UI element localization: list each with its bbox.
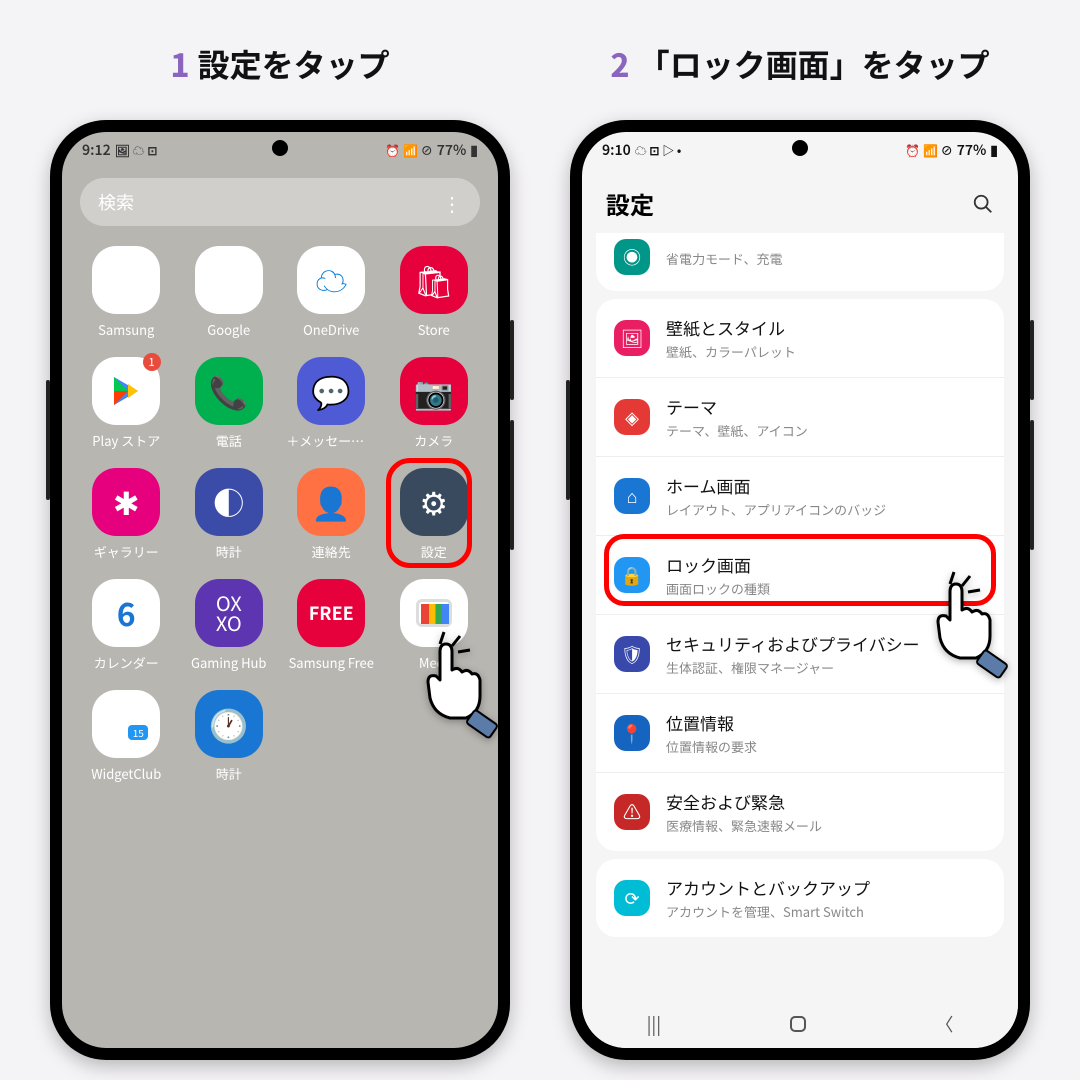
battery-icon: ◉ (614, 239, 650, 275)
lock-icon: 🔒 (614, 557, 650, 593)
search-bar[interactable]: 検索 ⋮ (80, 178, 480, 226)
app-gallery[interactable]: ✱ ギャラリー (80, 468, 173, 561)
notification-badge: 1 (143, 353, 161, 371)
tap-hand-icon (410, 630, 530, 765)
wallpaper-icon: 🖼 (614, 320, 650, 356)
app-clock-2[interactable]: 🕐 時計 (183, 690, 276, 783)
home-icon: ⌂ (614, 478, 650, 514)
app-settings[interactable]: ⚙ 設定 (388, 468, 481, 561)
app-plus-message[interactable]: 💬 ＋メッセージ(... (285, 357, 378, 450)
app-samsung-free[interactable]: FREE Samsung Free (285, 579, 378, 672)
app-play-store[interactable]: 1 Play ストア (80, 357, 173, 450)
app-calendar[interactable]: 6 カレンダー (80, 579, 173, 672)
phone-frame-1: 9:12🖼 ☁ ⊡ ⏰ 📶 ⊘77%▮ 検索 ⋮ Samsung Googl (50, 120, 510, 1060)
tap-hand-icon (920, 570, 1040, 705)
search-placeholder: 検索 (98, 189, 134, 215)
app-samsung-folder[interactable]: Samsung (80, 246, 173, 339)
settings-item-wallpaper[interactable]: 🖼 壁紙とスタイル壁紙、カラーパレット (596, 299, 1004, 378)
step-2-heading: 2「ロック画面」をタップ (560, 20, 1040, 110)
app-store[interactable]: 🛍 Store (388, 246, 481, 339)
app-gaming-hub[interactable]: OX XO Gaming Hub (183, 579, 276, 672)
nav-recents-icon[interactable]: ||| (647, 1011, 662, 1037)
settings-title: 設定 (606, 186, 654, 221)
app-clock[interactable]: ◐ 時計 (183, 468, 276, 561)
location-icon: 📍 (614, 715, 650, 751)
app-contacts[interactable]: 👤 連絡先 (285, 468, 378, 561)
phone-frame-2: 9:10☁ ⊡ ▷ • ⏰ 📶 ⊘77%▮ 設定 ◉ 省電力モード、充電 (570, 120, 1030, 1060)
app-google-folder[interactable]: Google (183, 246, 276, 339)
nav-back-icon[interactable]: 〈 (935, 1011, 953, 1037)
app-widgetclub[interactable]: 15 WidgetClub (80, 690, 173, 783)
settings-item-location[interactable]: 📍 位置情報位置情報の要求 (596, 694, 1004, 773)
theme-icon: ◈ (614, 399, 650, 435)
settings-item-account[interactable]: ⟳ アカウントとバックアップアカウントを管理、Smart Switch (596, 859, 1004, 937)
gear-icon: ⚙ (400, 468, 468, 536)
settings-item-home-screen[interactable]: ⌂ ホーム画面レイアウト、アプリアイコンのバッジ (596, 457, 1004, 536)
app-phone[interactable]: 📞 電話 (183, 357, 276, 450)
more-icon[interactable]: ⋮ (442, 188, 462, 217)
settings-item-theme[interactable]: ◈ テーマテーマ、壁紙、アイコン (596, 378, 1004, 457)
nav-home-icon[interactable] (790, 1016, 806, 1032)
settings-item-safety[interactable]: ⚠ 安全および緊急医療情報、緊急速報メール (596, 773, 1004, 851)
app-onedrive[interactable]: ☁ OneDrive (285, 246, 378, 339)
sync-icon: ⟳ (614, 880, 650, 916)
search-icon[interactable] (972, 193, 994, 215)
emergency-icon: ⚠ (614, 794, 650, 830)
nav-bar: ||| 〈 (582, 1000, 1018, 1048)
step-1-heading: 1設定をタップ (40, 20, 520, 110)
shield-icon: 🛡 (614, 636, 650, 672)
settings-item-battery[interactable]: ◉ 省電力モード、充電 (596, 233, 1004, 291)
app-camera[interactable]: 📷 カメラ (388, 357, 481, 450)
